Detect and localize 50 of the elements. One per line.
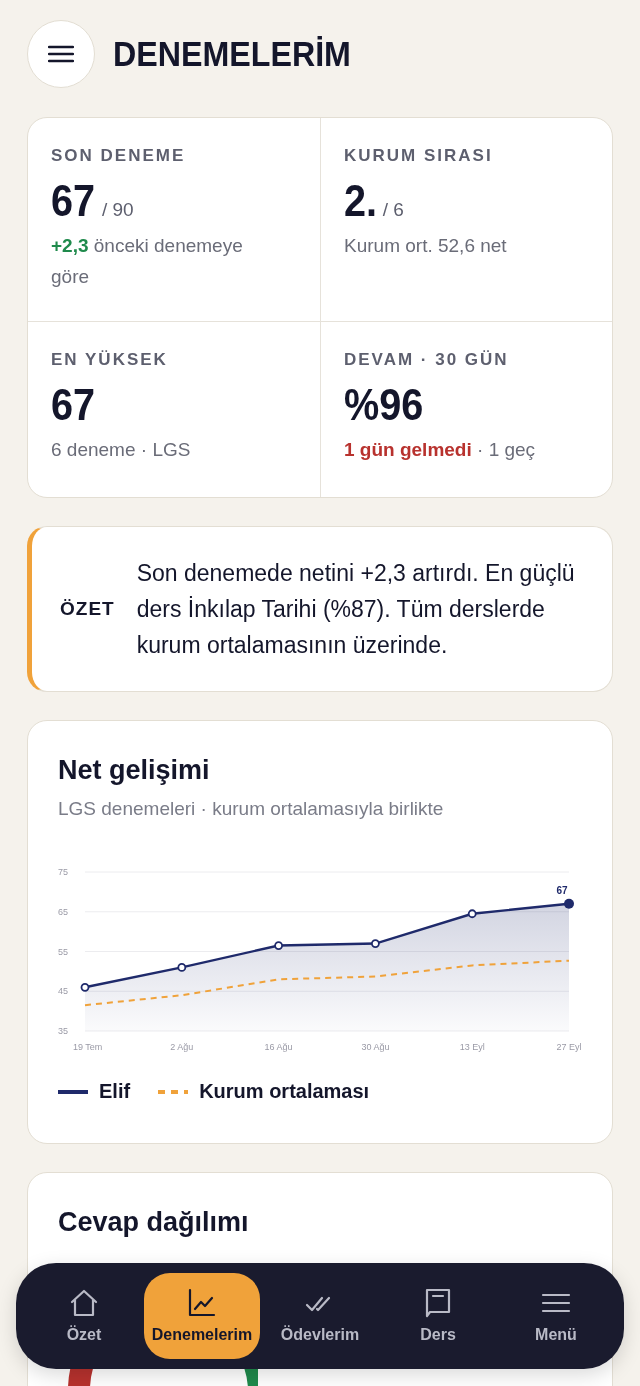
stat-total: / 6	[382, 199, 404, 221]
stat-value: 2.	[344, 176, 378, 226]
chart-icon	[186, 1288, 218, 1318]
y-tick-label: 55	[58, 946, 68, 957]
stat-note: Kurum ort. 52,6 net	[344, 234, 508, 258]
x-tick-label: 19 Tem	[73, 1042, 103, 1052]
home-icon	[68, 1288, 100, 1318]
legend-label: Elif	[99, 1080, 131, 1103]
x-tick-label: 27 Eyl	[556, 1042, 582, 1052]
stat-label: KURUM SIRASI	[344, 146, 494, 166]
stat-label: SON DENEME	[51, 146, 187, 166]
legend-line-icon	[58, 1088, 88, 1095]
stat-note: 6 deneme · LGS	[51, 438, 192, 462]
y-tick-label: 75	[58, 867, 68, 877]
nav-tab[interactable]: Denemelerim	[144, 1273, 260, 1359]
stat-value: %96	[344, 380, 424, 430]
x-tick-label: 13 Eyl	[459, 1042, 485, 1052]
data-point	[80, 982, 90, 992]
value-label: 67	[556, 884, 568, 896]
data-point	[564, 898, 574, 909]
y-tick-label: 35	[58, 1026, 68, 1036]
data-point	[371, 939, 380, 948]
legend-label: Kurum ortalaması	[199, 1080, 370, 1103]
stat-total: / 90	[101, 199, 134, 221]
card-title: Cevap dağılımı	[58, 1207, 250, 1238]
data-point	[467, 909, 477, 919]
nav-tab[interactable]: Ders	[380, 1273, 496, 1359]
card-title: Net gelişimi	[58, 755, 211, 786]
card-subtitle: LGS denemeleri · kurum ortalamasıyla birlikte	[58, 798, 445, 820]
page-title: DENEMELERİM	[113, 34, 351, 74]
nav-tab[interactable]: Ödevlerim	[262, 1273, 378, 1359]
nav-tab[interactable]: Menü	[498, 1273, 614, 1359]
y-tick-label: 45	[58, 986, 68, 997]
x-tick-label: 2 Ağu	[170, 1042, 194, 1052]
stat-label: EN YÜKSEK	[51, 350, 169, 370]
stat-note: 1 gün gelmedi · 1 geç	[344, 438, 537, 462]
stat-value: 67	[51, 380, 96, 430]
y-tick-label: 65	[58, 906, 68, 917]
stat-value: 67	[51, 176, 96, 226]
legend-line-icon	[158, 1088, 189, 1095]
data-point	[177, 963, 187, 972]
stat-label: DEVAM · 30 GÜN	[344, 350, 510, 370]
x-tick-label: 30 Ağu	[361, 1042, 390, 1052]
summary-text: Son denemede netini +2,3 artırdı. En güçlü ders İnkılap Tarihi (%87). Tüm derslerde kurum ortalamasının üzerinde.	[136, 559, 576, 660]
nav-tab[interactable]: Özet	[26, 1273, 142, 1359]
x-tick-label: 16 Ağu	[264, 1042, 293, 1052]
menu-icon	[48, 45, 74, 63]
data-point	[274, 941, 283, 950]
stat-note: +2,3 önceki denemeye göre	[51, 234, 244, 289]
summary-label: ÖZET	[60, 598, 115, 620]
